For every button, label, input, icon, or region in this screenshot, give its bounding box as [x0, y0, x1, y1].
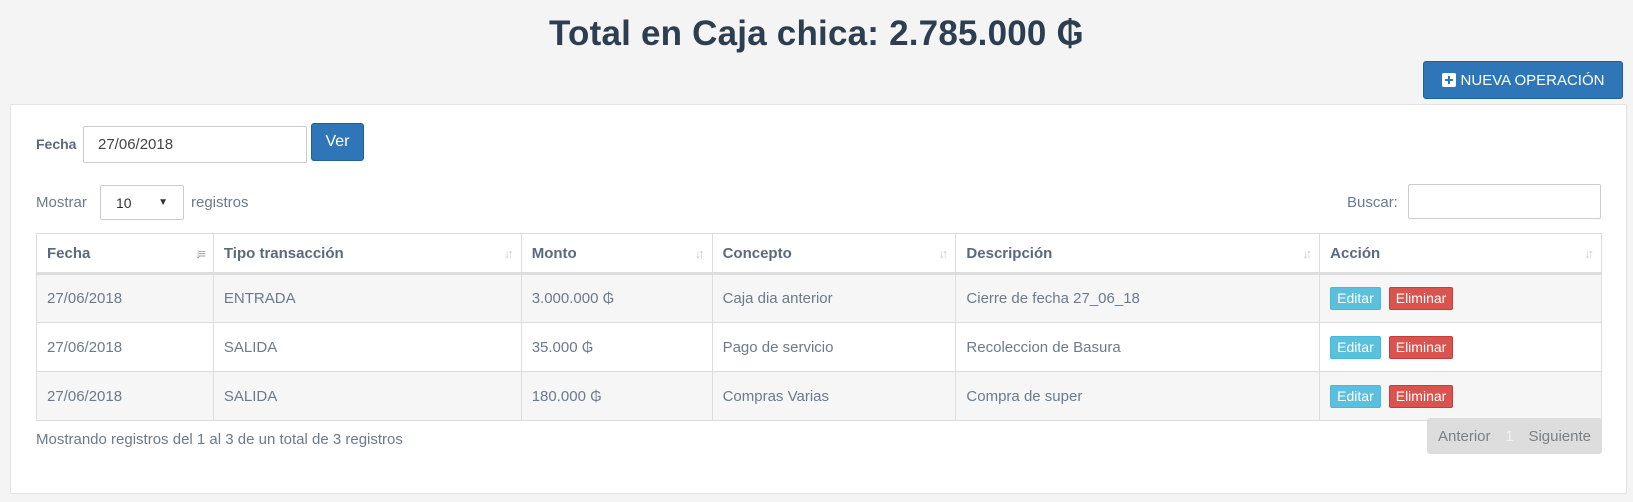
sort-icon: ↓↑ — [1584, 246, 1594, 261]
date-filter-label: Fecha — [36, 136, 77, 152]
table-header-row: Fecha ↓≡ Tipo transacción ↓↑ Monto ↓↑ Conce… — [36, 233, 1602, 275]
sort-icon: ↓↑ — [503, 246, 514, 261]
column-header-monto[interactable]: Monto ↓↑ — [520, 233, 713, 275]
page-title: Total en Caja chica: 2.785.000 ₲ — [549, 14, 1084, 53]
cell-fecha: 27/06/2018 — [36, 273, 214, 323]
search-input[interactable] — [1408, 184, 1601, 219]
cell-fecha: 27/06/2018 — [36, 322, 214, 372]
page-number-button[interactable]: 1 — [1505, 428, 1513, 445]
cell-monto: 180.000 ₲ — [520, 371, 713, 421]
cell-descripcion: Cierre de fecha 27_06_18 — [955, 273, 1321, 323]
column-header-accion[interactable]: Acción ↓↑ — [1319, 233, 1602, 275]
cell-fecha: 27/06/2018 — [36, 371, 214, 421]
sort-icon: ↓↑ — [694, 246, 705, 261]
sort-asc-icon: ↓≡ — [194, 246, 206, 261]
delete-button[interactable]: Eliminar — [1388, 384, 1454, 408]
next-page-button[interactable]: Siguiente — [1528, 428, 1591, 445]
cell-tipo: ENTRADA — [212, 273, 522, 323]
cell-accion: Editar Eliminar — [1319, 371, 1602, 421]
records-label: registros — [191, 194, 249, 211]
table-row: 27/06/2018 SALIDA 35.000 ₲ Pago de servi… — [36, 322, 1602, 372]
table-row: 27/06/2018 SALIDA 180.000 ₲ Compras Vari… — [36, 371, 1602, 421]
cell-accion: Editar Eliminar — [1319, 322, 1602, 372]
edit-button[interactable]: Editar — [1330, 287, 1381, 310]
new-operation-button[interactable]: NUEVA OPERACIÓN — [1423, 61, 1623, 99]
cell-descripcion: Compra de super — [955, 371, 1321, 421]
column-header-descripcion[interactable]: Descripción ↓↑ — [955, 233, 1321, 275]
new-operation-label: NUEVA OPERACIÓN — [1460, 71, 1605, 89]
pagination: Anterior 1 Siguiente — [1427, 418, 1602, 454]
plus-square-icon — [1441, 73, 1456, 87]
previous-page-button[interactable]: Anterior — [1438, 428, 1491, 445]
column-header-concepto[interactable]: Concepto ↓↑ — [711, 233, 957, 275]
column-header-fecha[interactable]: Fecha ↓≡ — [36, 233, 214, 275]
main-panel: Fecha Ver Mostrar 10 ▼ registros Buscar:… — [10, 104, 1627, 494]
cell-monto: 35.000 ₲ — [520, 322, 713, 372]
show-label: Mostrar — [36, 194, 87, 211]
sort-icon: ↓↑ — [1302, 246, 1312, 261]
sort-icon: ↓↑ — [938, 246, 948, 261]
edit-button[interactable]: Editar — [1330, 384, 1381, 408]
cell-tipo: SALIDA — [212, 371, 522, 421]
cell-accion: Editar Eliminar — [1319, 273, 1602, 323]
cell-concepto: Caja dia anterior — [711, 273, 957, 323]
ver-button[interactable]: Ver — [311, 123, 364, 161]
page-length-value: 10 — [116, 194, 132, 211]
cell-concepto: Pago de servicio — [711, 322, 957, 372]
date-filter-input[interactable] — [83, 126, 307, 163]
table-row: 27/06/2018 ENTRADA 3.000.000 ₲ Caja dia … — [36, 273, 1602, 323]
cell-tipo: SALIDA — [212, 322, 522, 372]
caret-down-icon: ▼ — [158, 197, 168, 208]
edit-button[interactable]: Editar — [1330, 335, 1381, 359]
cell-descripcion: Recoleccion de Basura — [955, 322, 1321, 372]
page-length-select[interactable]: 10 ▼ — [100, 185, 184, 220]
cell-monto: 3.000.000 ₲ — [520, 273, 713, 323]
search-label: Buscar: — [1347, 194, 1398, 211]
delete-button[interactable]: Eliminar — [1388, 335, 1454, 359]
cell-concepto: Compras Varias — [711, 371, 957, 421]
operations-table: Fecha ↓≡ Tipo transacción ↓↑ Monto ↓↑ Conce… — [36, 233, 1602, 421]
delete-button[interactable]: Eliminar — [1388, 287, 1454, 310]
column-header-tipo[interactable]: Tipo transacción ↓↑ — [212, 233, 522, 275]
table-info: Mostrando registros del 1 al 3 de un tot… — [36, 431, 403, 448]
